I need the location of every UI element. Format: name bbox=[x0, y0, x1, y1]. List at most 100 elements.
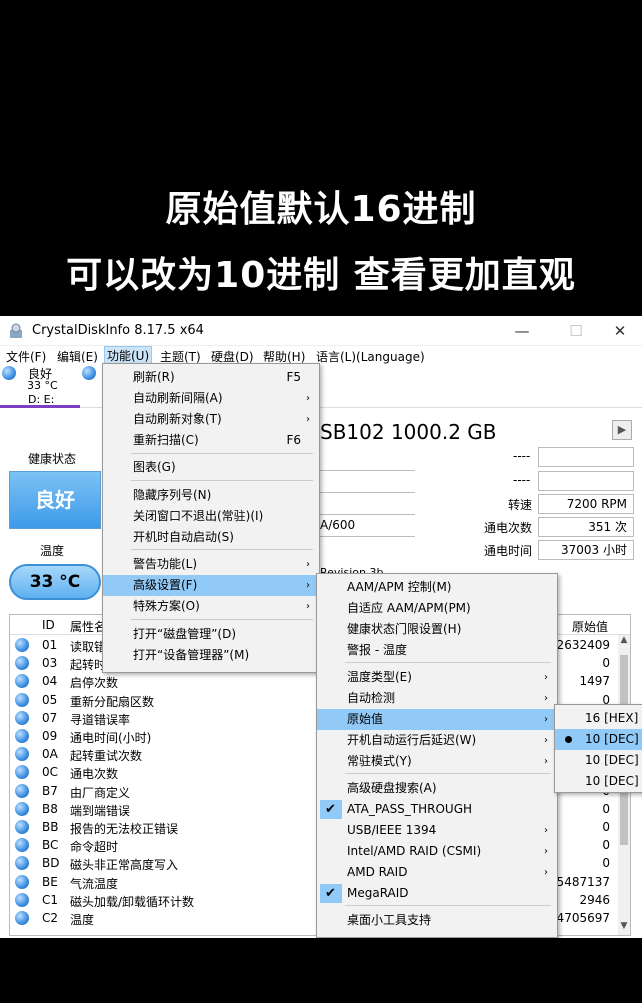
advanced-menu-item[interactable]: 高级硬盘搜索(A) bbox=[317, 778, 557, 799]
selected-bullet-icon bbox=[565, 736, 572, 743]
attr-name: 读取错 bbox=[70, 640, 107, 654]
menu-item-label: 原始值 bbox=[347, 712, 384, 726]
drive-2-status-icon[interactable] bbox=[82, 366, 96, 380]
menu-separator bbox=[345, 662, 551, 663]
function-menu-item[interactable]: 打开“磁盘管理”(D) bbox=[103, 624, 319, 645]
advanced-menu-item[interactable]: 自动检测 › bbox=[317, 688, 557, 709]
menu-item-label: 高级硬盘搜索(A) bbox=[347, 781, 437, 795]
attr-id: 03 bbox=[42, 656, 58, 671]
status-dot-icon bbox=[15, 892, 29, 907]
status-dot-icon bbox=[15, 674, 29, 689]
attr-name: 磁头非正常高度写入 bbox=[70, 858, 179, 873]
advanced-menu-item[interactable]: 温度类型(E) › bbox=[317, 667, 557, 688]
scroll-up-icon[interactable]: ▲ bbox=[618, 635, 630, 649]
drive-bar[interactable]: 良好 33 °C D: E: bbox=[0, 366, 642, 408]
advanced-menu-item[interactable]: 原始值 › bbox=[317, 709, 557, 730]
interface-value: A/600 bbox=[320, 518, 356, 532]
menu-item-label: 刷新(R) bbox=[133, 370, 175, 384]
attr-id: C1 bbox=[42, 892, 59, 907]
function-menu-item[interactable]: 警告功能(L) › bbox=[103, 554, 319, 575]
menu-separator bbox=[131, 453, 313, 454]
raw-value-submenu: 16 [HEX] 10 [DEC] 10 [DEC] - 10 [DEC] - bbox=[554, 704, 642, 793]
divider bbox=[320, 492, 415, 493]
function-menu-item[interactable]: 刷新(R) F5 bbox=[103, 367, 319, 388]
menu-item-label: 图表(G) bbox=[133, 460, 176, 474]
caption-line-2: 可以改为10进制 查看更加直观 bbox=[66, 255, 576, 296]
status-dot-icon bbox=[15, 820, 29, 834]
status-dot-icon bbox=[15, 692, 29, 707]
function-menu-item[interactable]: 打开“设备管理器”(M) bbox=[103, 645, 319, 666]
caption-line-1: 原始值默认16进制 bbox=[165, 189, 477, 230]
submenu-arrow-icon: › bbox=[544, 693, 548, 704]
menu-item-label: 10 [DEC] - bbox=[585, 774, 642, 788]
advanced-menu-item[interactable]: 自适应 AAM/APM(PM) bbox=[317, 598, 557, 619]
menu-item-label: 打开“设备管理器”(M) bbox=[133, 648, 250, 662]
close-button[interactable]: ✕ bbox=[600, 319, 640, 343]
raw-format-option[interactable]: 10 [DEC] - bbox=[555, 771, 642, 792]
maximize-button[interactable]: ☐ bbox=[556, 319, 596, 343]
function-menu-item[interactable]: 特殊方案(O) › bbox=[103, 596, 319, 617]
menu-item-label: 10 [DEC] - bbox=[585, 753, 642, 767]
attr-id: 0A bbox=[42, 747, 58, 762]
power-count-value: 351 次 bbox=[538, 517, 634, 537]
advanced-menu-item[interactable]: Intel/AMD RAID (CSMI) › bbox=[317, 841, 557, 862]
menu-language[interactable]: 语言(L)(Language) bbox=[316, 348, 425, 365]
advanced-menu-item[interactable]: 警报 - 温度 bbox=[317, 640, 557, 661]
drive-selected-indicator bbox=[0, 405, 80, 408]
advanced-menu-item[interactable]: USB/IEEE 1394 › bbox=[317, 820, 557, 841]
advanced-menu-item[interactable]: 常驻模式(Y) › bbox=[317, 751, 557, 772]
function-menu-item[interactable]: 图表(G) bbox=[103, 457, 319, 478]
drive-model: SB102 1000.2 GB bbox=[320, 420, 497, 444]
col-name[interactable]: 属性名 bbox=[70, 618, 106, 635]
menu-item-label: MegaRAID bbox=[347, 886, 409, 900]
attr-name: 磁头加载/卸载循环计数 bbox=[70, 894, 195, 909]
menu-item-label: 警告功能(L) bbox=[133, 557, 198, 571]
menu-item-label: 健康状态门限设置(H) bbox=[347, 622, 462, 636]
advanced-menu-item[interactable]: 健康状态门限设置(H) bbox=[317, 619, 557, 640]
attr-raw: 0 bbox=[602, 820, 610, 834]
submenu-arrow-icon: › bbox=[306, 601, 310, 612]
raw-format-option[interactable]: 10 [DEC] - bbox=[555, 750, 642, 771]
scroll-down-icon[interactable]: ▼ bbox=[618, 921, 630, 935]
advanced-settings-submenu: AAM/APM 控制(M) 自适应 AAM/APM(PM) 健康状态门限设置(H) 警… bbox=[316, 573, 558, 938]
submenu-arrow-icon: › bbox=[306, 393, 310, 404]
menu-file[interactable]: 文件(F) bbox=[6, 348, 46, 365]
advanced-menu-item[interactable]: 桌面小工具支持 bbox=[317, 910, 557, 931]
status-dot-icon bbox=[15, 747, 29, 762]
function-menu-item[interactable]: 重新扫描(C) F6 bbox=[103, 430, 319, 451]
submenu-arrow-icon: › bbox=[544, 714, 548, 725]
function-menu-item[interactable]: 开机时自动启动(S) bbox=[103, 527, 319, 548]
advanced-menu-item[interactable]: AMD RAID › bbox=[317, 862, 557, 883]
drive-temp: 33 °C bbox=[27, 379, 58, 392]
check-icon: ✔ bbox=[325, 802, 336, 817]
function-menu-item[interactable]: 关闭窗口不退出(常驻)(I) bbox=[103, 506, 319, 527]
col-raw[interactable]: 原始值 bbox=[572, 618, 608, 635]
advanced-menu-item[interactable]: AAM/APM 控制(M) bbox=[317, 577, 557, 598]
advanced-menu-item[interactable]: ✔ ATA_PASS_THROUGH bbox=[317, 799, 557, 820]
menu-edit[interactable]: 编辑(E) bbox=[57, 348, 98, 365]
crystaldiskinfo-window: CrystalDiskInfo 8.17.5 x64 — ☐ ✕ 文件(F) 编… bbox=[0, 316, 642, 938]
minimize-button[interactable]: — bbox=[502, 319, 542, 343]
function-menu-item[interactable]: 隐藏序列号(N) bbox=[103, 485, 319, 506]
raw-format-option[interactable]: 10 [DEC] bbox=[555, 729, 642, 750]
function-menu-item[interactable]: 自动刷新对象(T) › bbox=[103, 409, 319, 430]
status-dot-icon bbox=[15, 874, 29, 889]
raw-format-option[interactable]: 16 [HEX] bbox=[555, 708, 642, 729]
next-drive-button[interactable]: ▶ bbox=[612, 420, 632, 440]
col-id[interactable]: ID bbox=[42, 618, 55, 632]
advanced-menu-item[interactable]: ✔ MegaRAID bbox=[317, 883, 557, 904]
submenu-arrow-icon: › bbox=[306, 559, 310, 570]
feature-box-1 bbox=[538, 447, 634, 467]
menu-item-label: 自动刷新间隔(A) bbox=[133, 391, 223, 405]
temperature-button[interactable]: 33 °C bbox=[9, 564, 101, 600]
attr-id: BE bbox=[42, 874, 58, 889]
function-menu-item[interactable]: 自动刷新间隔(A) › bbox=[103, 388, 319, 409]
menu-separator bbox=[131, 549, 313, 550]
advanced-menu-item[interactable]: 开机自动运行后延迟(W) › bbox=[317, 730, 557, 751]
function-menu-item[interactable]: 高级设置(F) › bbox=[103, 575, 319, 596]
attr-name: 端到端错误 bbox=[70, 803, 131, 818]
function-menu: 刷新(R) F5 自动刷新间隔(A) › 自动刷新对象(T) › 重新扫描(C) F6 图表(G… bbox=[102, 363, 320, 673]
check-icon: ✔ bbox=[325, 886, 336, 901]
health-status-button[interactable]: 良好 bbox=[9, 471, 101, 529]
menu-separator bbox=[131, 480, 313, 481]
